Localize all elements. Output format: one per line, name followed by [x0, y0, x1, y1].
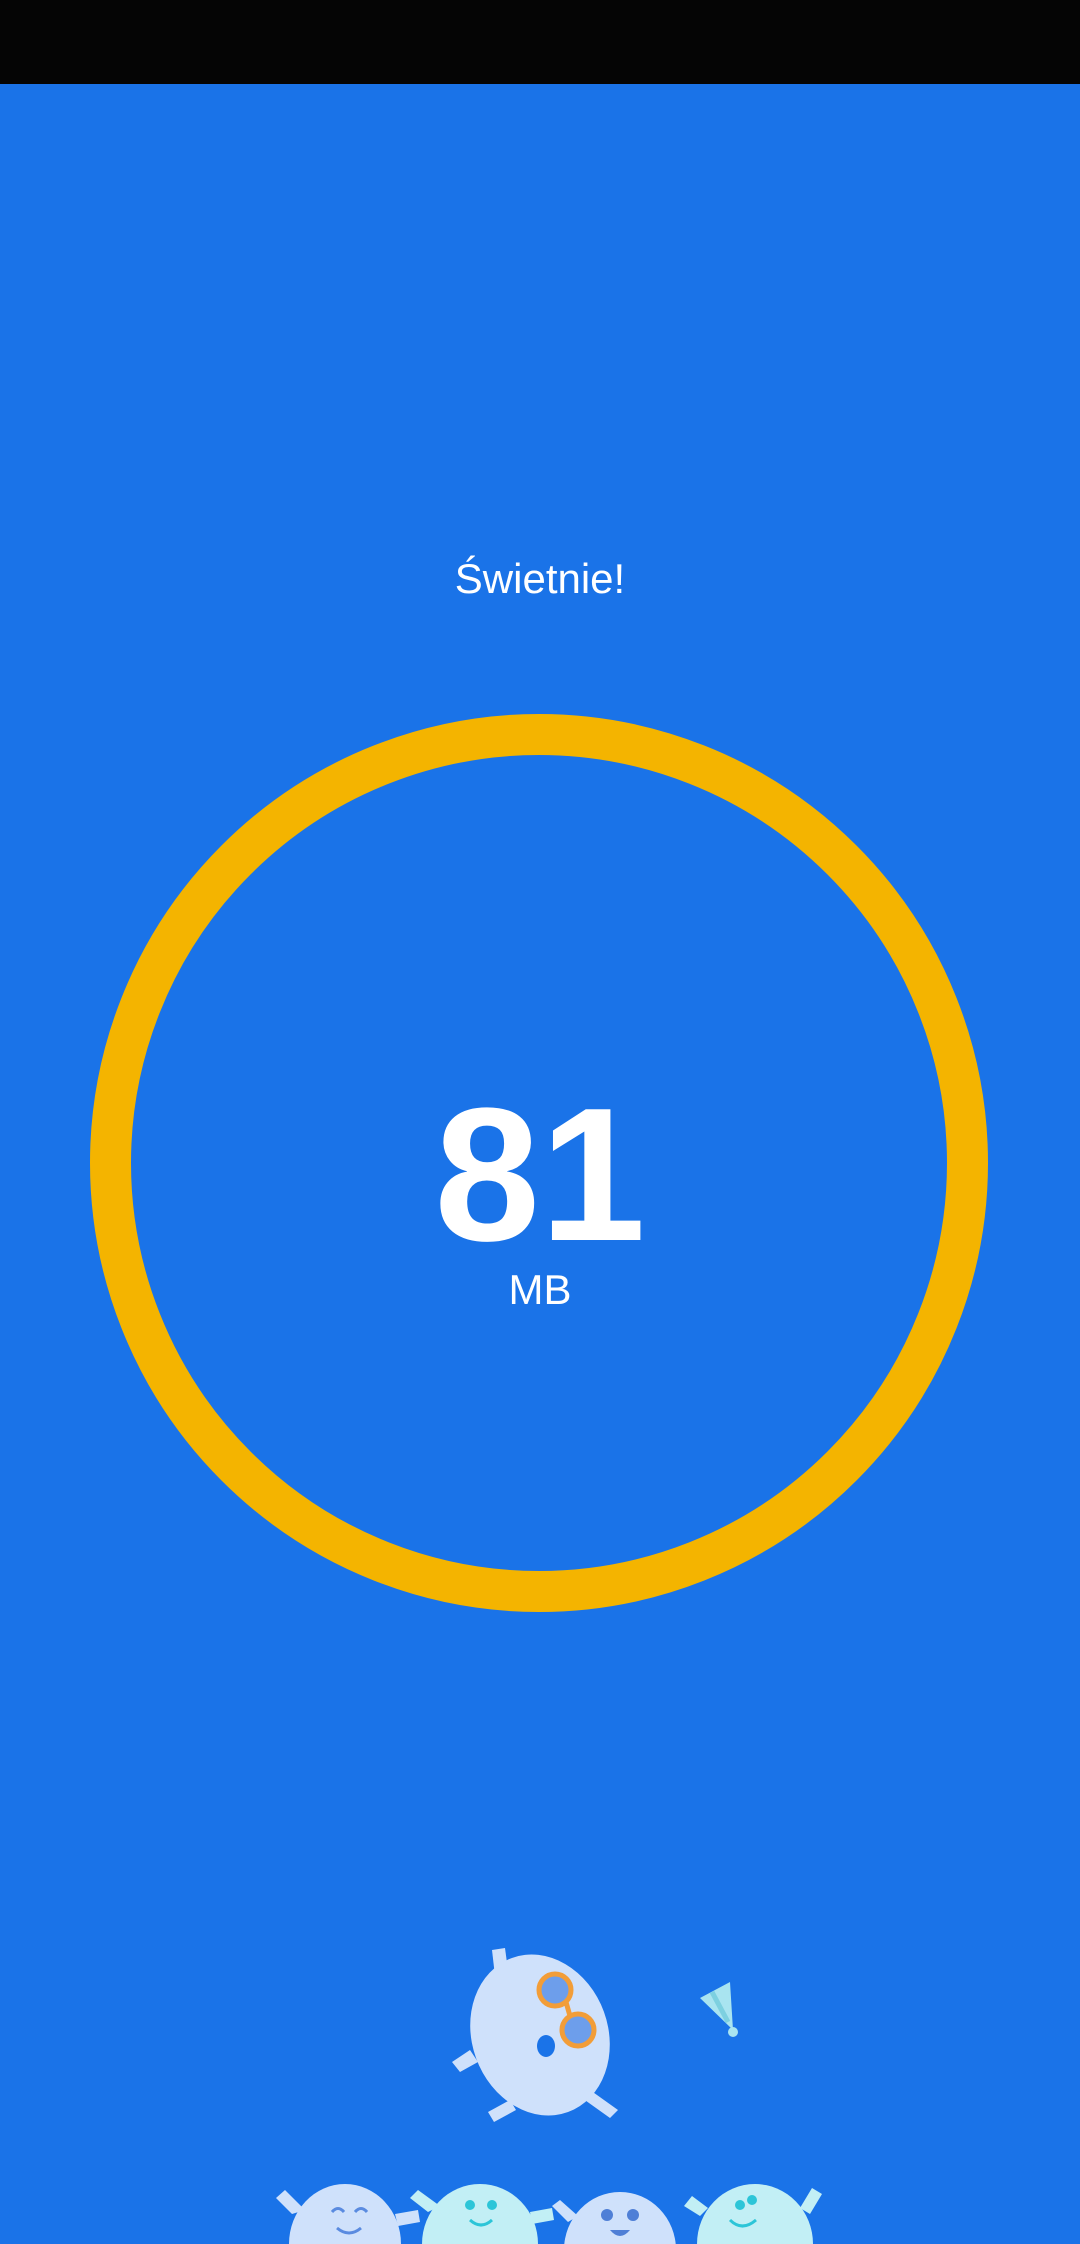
- freed-amount-unit: MB: [508, 1266, 572, 1313]
- freed-amount-value: 81: [434, 1069, 646, 1281]
- celebration-illustration: [276, 1948, 822, 2244]
- jumping-character-icon: [452, 1948, 618, 2122]
- status-bar: [0, 0, 1080, 84]
- result-headline: Świetnie!: [454, 555, 626, 602]
- character-row-icon: [276, 2184, 822, 2244]
- party-hat-icon: [700, 1982, 738, 2037]
